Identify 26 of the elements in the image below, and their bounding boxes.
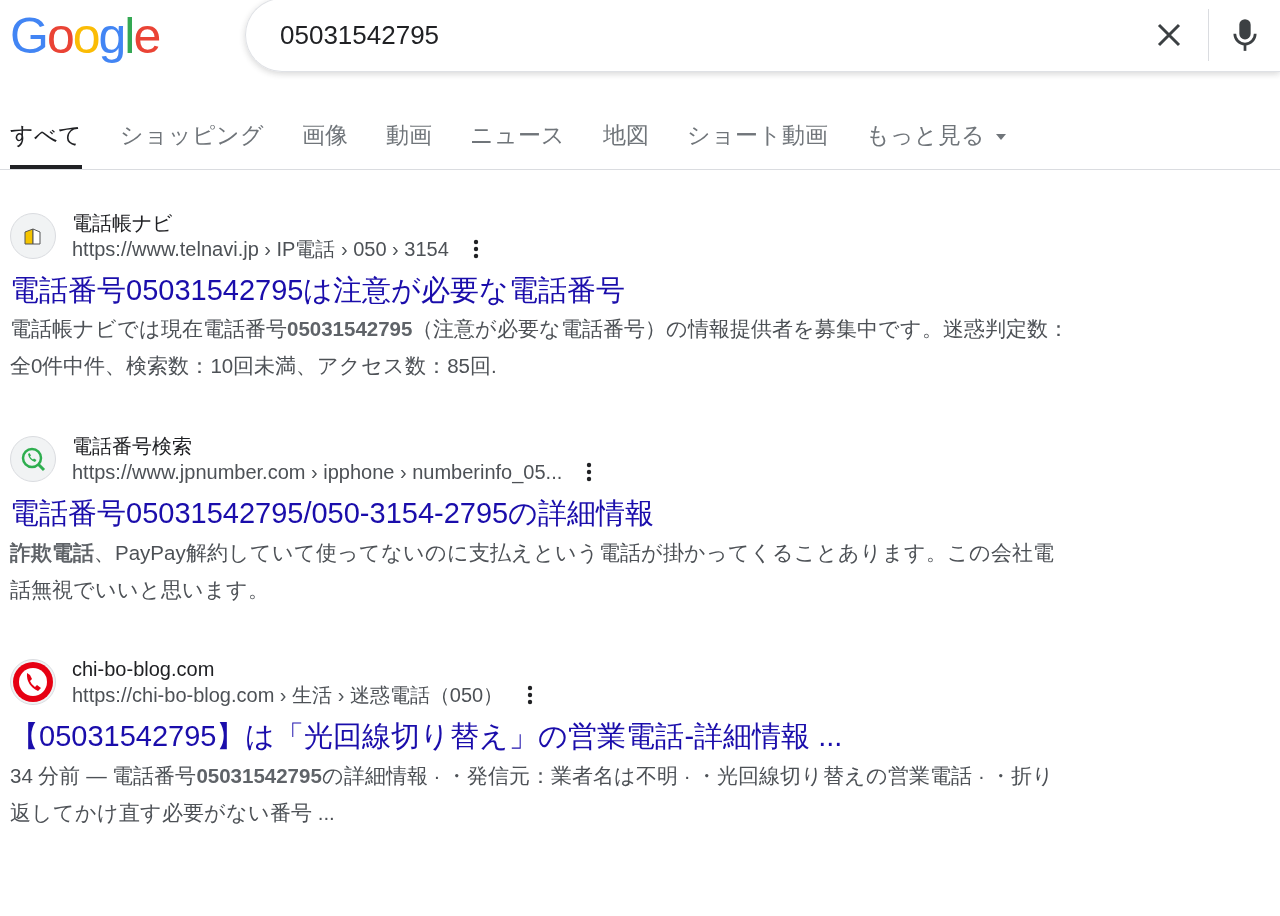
result-title-link[interactable]: 【05031542795】は「光回線切り替え」の営業電話-詳細情報 ... xyxy=(10,718,843,757)
result-url: https://chi-bo-blog.com › 生活 › 迷惑電話（050） xyxy=(72,683,504,709)
site-name: 電話帳ナビ xyxy=(72,210,173,236)
search-tab[interactable]: 動画 xyxy=(386,110,432,169)
more-options-icon[interactable] xyxy=(586,461,593,482)
result-snippet: 詐欺電話、PayPay解約していて使ってないのに支払えという電話が掛かってくることあります。この会社電話無視でいいと思います。 xyxy=(10,539,1055,603)
result-url: https://www.jpnumber.com › ipphone › numberinfo_05... xyxy=(72,459,563,485)
search-tab[interactable]: もっと見る xyxy=(866,110,1007,169)
more-options-icon[interactable] xyxy=(527,685,534,706)
google-logo[interactable]: Google xyxy=(10,11,160,61)
site-name: 電話番号検索 xyxy=(72,433,193,459)
search-tab[interactable]: ショッピング xyxy=(120,110,264,169)
search-tab[interactable]: 画像 xyxy=(302,110,348,169)
result-snippet: 34 分前 — 電話番号05031542795の詳細情報 · ・発信元：業者名は不明 · ・光回線切り替えの営業電話 · ・折り返してかけ直す必要がない番号 ... xyxy=(10,763,1056,826)
site-name: chi-bo-blog.com xyxy=(72,657,216,683)
result-snippet: 電話帳ナビでは現在電話番号05031542795（注意が必要な電話番号）の情報提供者を募集中です。迷惑判定数：全0件中件、検索数：10回未満、アクセス数：85回. xyxy=(10,316,1071,380)
result-title-link[interactable]: 電話番号05031542795は注意が必要な電話番号 xyxy=(10,271,626,310)
search-tab[interactable]: すべて xyxy=(10,110,82,169)
search-tab[interactable]: ショート動画 xyxy=(687,110,828,169)
more-options-icon[interactable] xyxy=(472,238,479,259)
microphone-icon[interactable] xyxy=(1231,18,1259,52)
result-url: https://www.telnavi.jp › IP電話 › 050 › 3154 xyxy=(72,236,449,262)
search-input[interactable]: 05031542795 xyxy=(278,14,1154,56)
search-tab[interactable]: ニュース xyxy=(470,110,565,169)
search-tab[interactable]: 地図 xyxy=(603,110,649,169)
result-title-link[interactable]: 電話番号05031542795/050-3154-2795の詳細情報 xyxy=(10,494,655,533)
